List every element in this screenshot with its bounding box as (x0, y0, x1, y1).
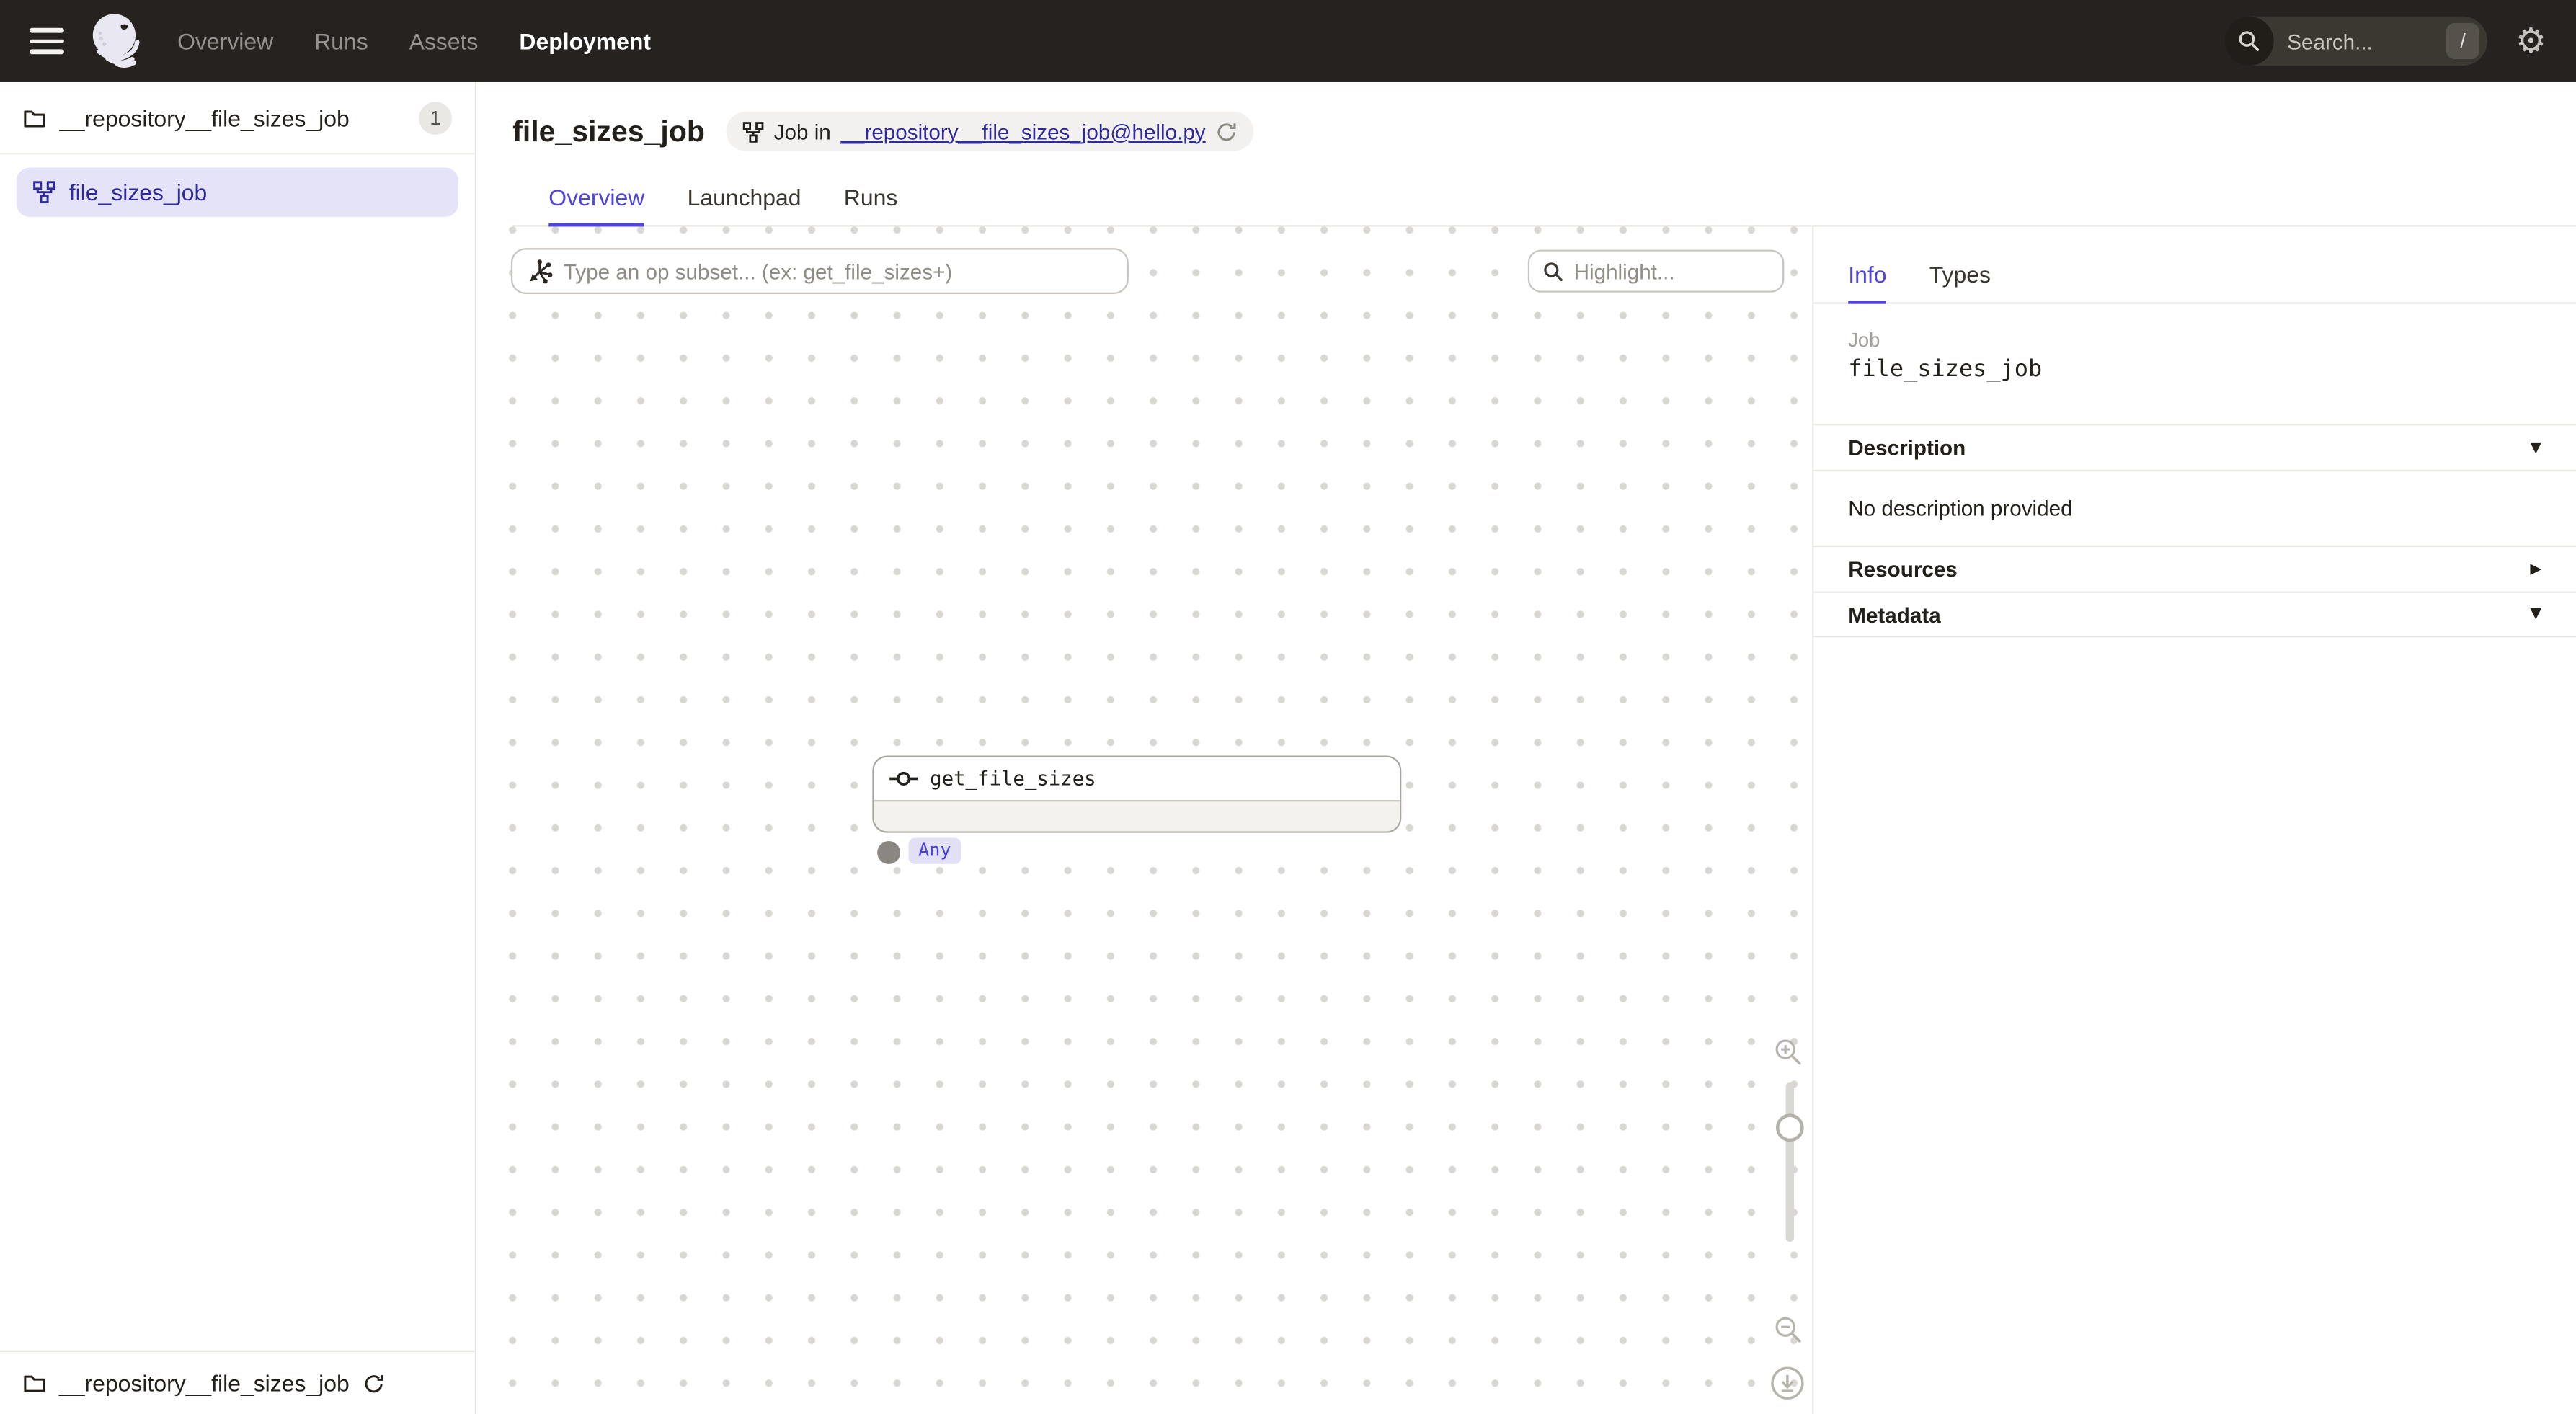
job-name-value: file_sizes_job (1848, 357, 2541, 383)
search-icon (2225, 17, 2274, 66)
description-content: No description provided (1813, 470, 2576, 546)
nav-item-deployment[interactable]: Deployment (519, 28, 651, 54)
job-kind-label: Job (1848, 329, 2541, 352)
job-origin-prefix: Job in (774, 119, 831, 143)
op-icon (889, 769, 918, 788)
search-icon (1542, 260, 1564, 282)
job-count-badge: 1 (419, 101, 452, 134)
caret-right-icon: ▶ (2530, 561, 2541, 577)
sidebar-item-file-sizes-job[interactable]: file_sizes_job (17, 167, 458, 216)
op-node-name: get_file_sizes (930, 767, 1096, 790)
repository-sidebar: __repository__file_sizes_job 1 file_size… (0, 82, 476, 1414)
section-title: Metadata (1848, 602, 2530, 626)
tab-info[interactable]: Info (1848, 261, 1886, 302)
op-subset-filter (511, 248, 1129, 294)
sidebar-item-label: file_sizes_job (69, 179, 208, 205)
job-graph-icon (33, 181, 56, 204)
zoom-out-icon[interactable] (1775, 1316, 1803, 1344)
job-header: file_sizes_job Job in __repository__file… (476, 82, 2576, 227)
info-panel: Info Types Job file_sizes_job Descriptio… (1812, 227, 2576, 1414)
sidebar-repository-name: __repository__file_sizes_job (59, 105, 406, 130)
settings-gear-icon[interactable]: ⚙ (2515, 24, 2546, 58)
tab-overview[interactable]: Overview (548, 184, 644, 225)
op-graph-canvas[interactable]: get_file_sizes Any (476, 227, 1812, 1414)
sidebar-repository-header[interactable]: __repository__file_sizes_job 1 (0, 82, 475, 154)
highlight-input[interactable] (1574, 259, 1769, 283)
zoom-controls (1768, 227, 1808, 1414)
global-search[interactable]: Search... / (2225, 17, 2488, 66)
output-type-badge[interactable]: Any (908, 837, 961, 863)
tab-runs[interactable]: Runs (844, 184, 898, 225)
reload-icon[interactable] (1215, 121, 1237, 143)
top-navigation-bar: Overview Runs Assets Deployment Search..… (0, 0, 2576, 82)
nav-item-runs[interactable]: Runs (314, 28, 368, 54)
recenter-download-icon[interactable] (1769, 1365, 1806, 1401)
section-title: Description (1848, 435, 2530, 460)
job-tabs: Overview Launchpad Runs (512, 151, 2576, 227)
tab-launchpad[interactable]: Launchpad (688, 184, 801, 225)
repository-link[interactable]: __repository__file_sizes_job@hello.py (840, 119, 1205, 143)
zoom-slider-track[interactable] (1786, 1082, 1794, 1242)
job-graph-icon (742, 121, 764, 143)
zoom-slider-handle[interactable] (1776, 1113, 1804, 1142)
caret-down-icon: ▼ (2530, 606, 2541, 623)
op-selector-icon (525, 257, 554, 285)
caret-down-icon: ▼ (2530, 440, 2541, 456)
hamburger-menu-icon[interactable] (30, 28, 64, 54)
folder-icon (23, 106, 46, 129)
main-content: file_sizes_job Job in __repository__file… (476, 82, 2576, 1414)
op-node-get-file-sizes[interactable]: get_file_sizes (872, 755, 1401, 832)
page-title: file_sizes_job (512, 114, 705, 148)
zoom-in-icon[interactable] (1775, 1039, 1803, 1067)
tab-types[interactable]: Types (1929, 261, 1991, 302)
section-title: Resources (1848, 557, 2530, 582)
info-panel-tabs: Info Types (1813, 227, 2576, 304)
search-placeholder: Search... (2287, 29, 2446, 53)
top-nav: Overview Runs Assets Deployment (177, 28, 651, 54)
section-resources[interactable]: Resources ▶ (1813, 546, 2576, 592)
nav-item-overview[interactable]: Overview (177, 28, 273, 54)
job-origin-pill: Job in __repository__file_sizes_job@hell… (727, 112, 1253, 151)
dagster-logo-icon[interactable] (86, 8, 151, 74)
sidebar-footer-repository[interactable]: __repository__file_sizes_job (0, 1351, 475, 1414)
highlight-filter (1528, 249, 1785, 292)
reload-repository-icon[interactable] (363, 1372, 384, 1394)
dagster-app: Overview Runs Assets Deployment Search..… (0, 0, 2576, 1414)
op-subset-input[interactable] (564, 259, 1114, 283)
nav-item-assets[interactable]: Assets (409, 28, 479, 54)
op-output-port[interactable] (877, 841, 900, 864)
section-description[interactable]: Description ▼ (1813, 424, 2576, 470)
footer-repository-name: __repository__file_sizes_job (59, 1370, 350, 1396)
job-info-block: Job file_sizes_job (1813, 304, 2576, 383)
section-metadata[interactable]: Metadata ▼ (1813, 592, 2576, 638)
op-node-body (874, 800, 1400, 831)
folder-icon (23, 1371, 46, 1395)
search-shortcut-key: / (2446, 23, 2479, 59)
